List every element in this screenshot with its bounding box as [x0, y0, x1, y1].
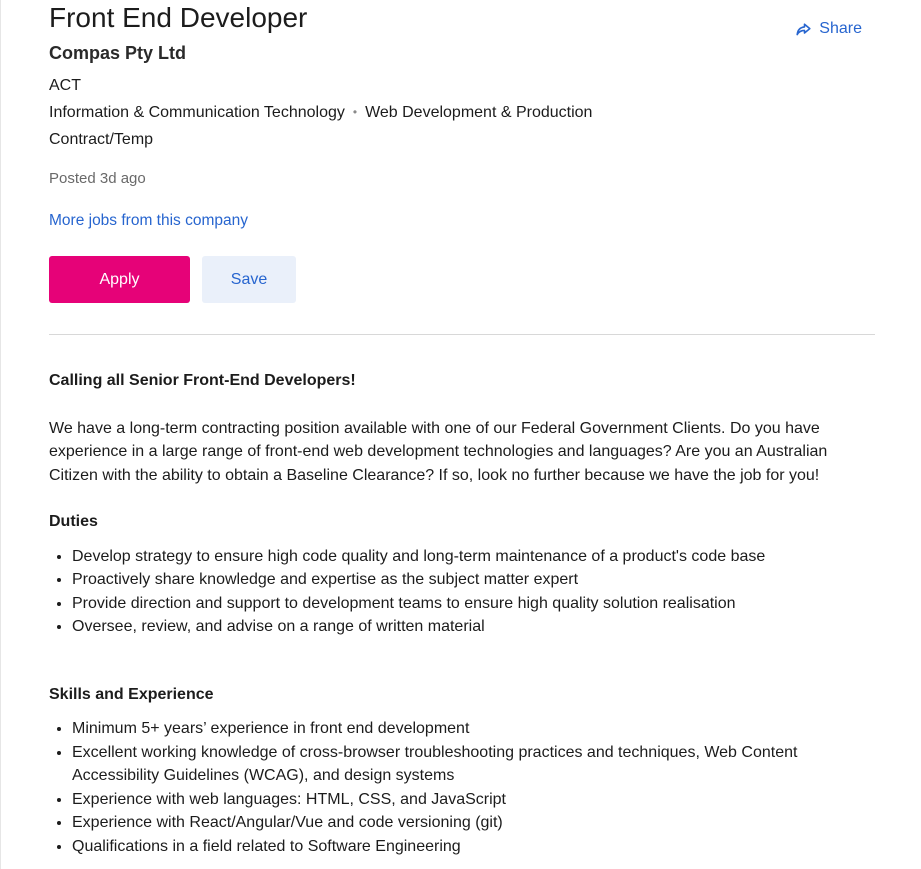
skills-list: Minimum 5+ years’ experience in front en… — [49, 717, 875, 858]
job-actions: Apply Save — [49, 256, 875, 303]
posted-date: Posted 3d ago — [49, 170, 146, 187]
section-divider — [49, 334, 875, 335]
job-classification: Information & Communication Technology — [49, 104, 345, 121]
company-name: Compas Pty Ltd — [49, 43, 187, 63]
skill-item: Experience with web languages: HTML, CSS… — [72, 788, 875, 812]
intro-heading: Calling all Senior Front-End Developers! — [49, 372, 356, 389]
job-work-type: Contract/Temp — [49, 131, 154, 148]
duty-item: Provide direction and support to develop… — [72, 592, 875, 616]
duty-item: Oversee, review, and advise on a range o… — [72, 615, 875, 639]
skill-item: Qualifications in a field related to Sof… — [72, 835, 875, 859]
skill-item: Experience with React/Angular/Vue and co… — [72, 811, 875, 835]
job-location: ACT — [49, 77, 81, 94]
separator-dot: • — [352, 105, 358, 119]
apply-button[interactable]: Apply — [49, 256, 190, 303]
job-classification-line: Information & Communication Technology • W… — [49, 99, 875, 126]
job-title: Front End Developer — [49, 2, 308, 33]
more-jobs-link[interactable]: More jobs from this company — [49, 211, 248, 231]
job-subclassification: Web Development & Production — [365, 104, 593, 121]
job-header: Front End Developer Compas Pty Ltd ACT I… — [49, 0, 875, 858]
skill-item: Excellent working knowledge of cross-bro… — [72, 741, 875, 788]
job-description: Calling all Senior Front-End Developers!… — [49, 369, 875, 858]
duty-item: Develop strategy to ensure high code qua… — [72, 545, 875, 569]
duties-list: Develop strategy to ensure high code qua… — [49, 545, 875, 639]
duties-heading: Duties — [49, 513, 98, 530]
skill-item: Minimum 5+ years’ experience in front en… — [72, 717, 875, 741]
job-detail-page: Share Front End Developer Compas Pty Ltd… — [0, 0, 921, 869]
intro-paragraph: We have a long-term contracting position… — [49, 419, 828, 484]
save-button[interactable]: Save — [202, 256, 296, 303]
duty-item: Proactively share knowledge and expertis… — [72, 568, 875, 592]
skills-heading: Skills and Experience — [49, 685, 214, 703]
